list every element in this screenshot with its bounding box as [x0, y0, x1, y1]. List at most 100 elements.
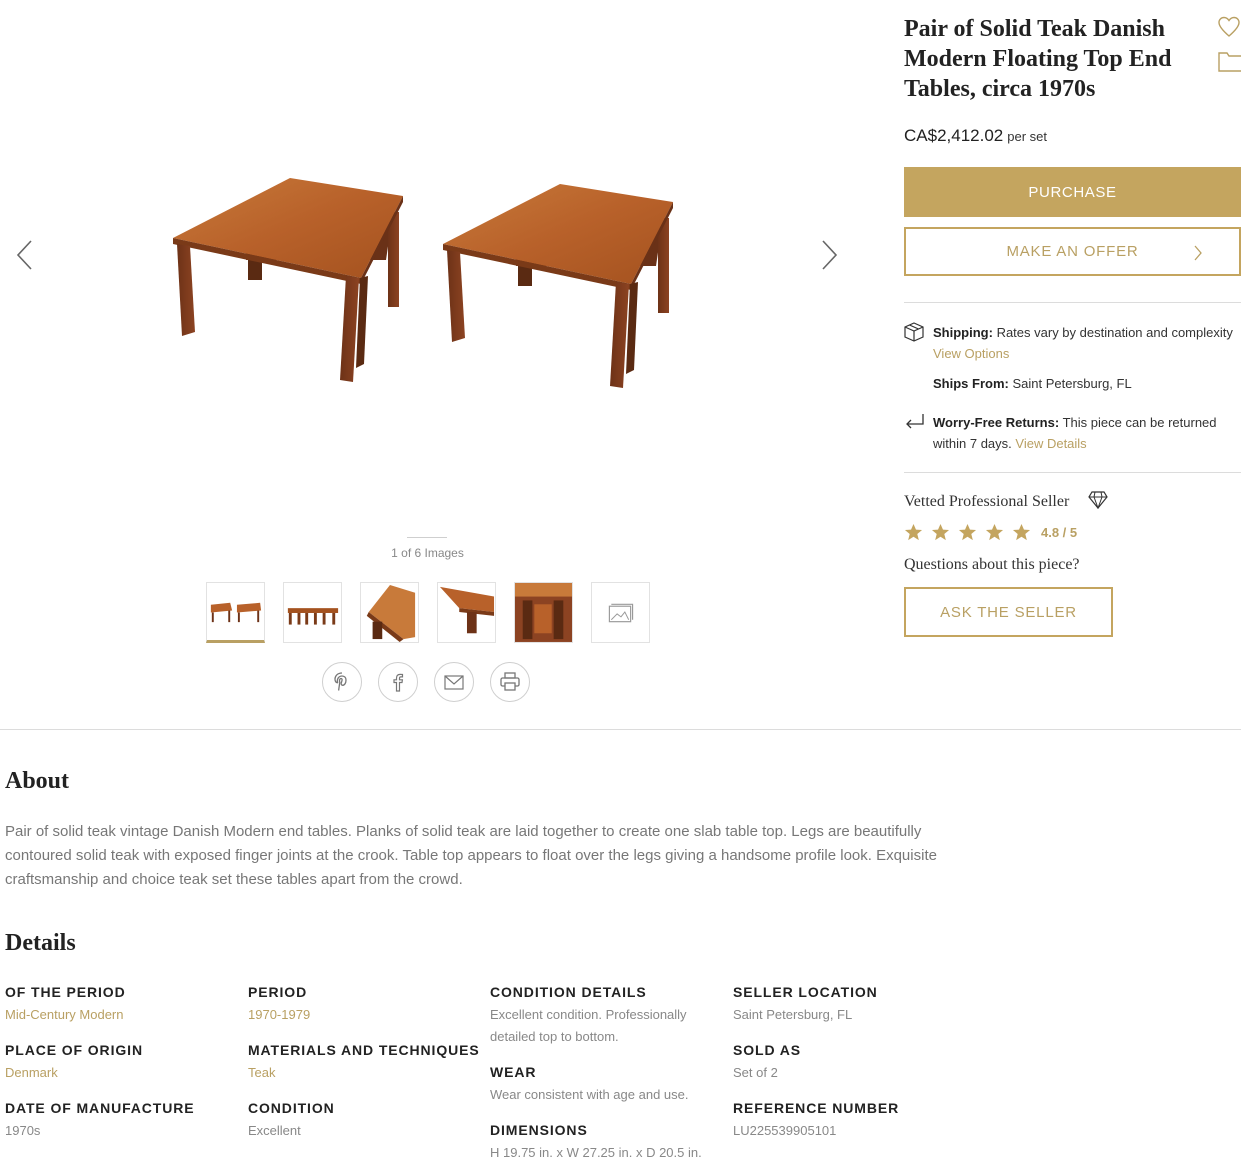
- rating-value: 4.8 / 5: [1041, 525, 1078, 540]
- detail-value: Wear consistent with age and use.: [490, 1087, 689, 1102]
- thumbnail-4[interactable]: [437, 582, 496, 643]
- details-heading: Details: [5, 930, 76, 956]
- detail-value-link[interactable]: Teak: [248, 1062, 484, 1084]
- email-icon: [444, 675, 464, 690]
- thumbnail-5[interactable]: [514, 582, 573, 643]
- returns-info: Worry-Free Returns: This piece can be re…: [933, 412, 1241, 454]
- detail-item: PLACE OF ORIGIN Denmark: [5, 1041, 241, 1084]
- about-heading: About: [5, 768, 70, 794]
- detail-value: Excellent: [248, 1123, 301, 1138]
- detail-item: WEAR Wear consistent with age and use.: [490, 1063, 710, 1106]
- shipping-label: Shipping:: [933, 325, 993, 340]
- view-options-link[interactable]: View Options: [933, 346, 1009, 361]
- star-icon: [958, 523, 977, 541]
- returns-label: Worry-Free Returns:: [933, 415, 1060, 430]
- detail-label: OF THE PERIOD: [5, 984, 126, 1000]
- details-column-2: PERIOD 1970-1979 MATERIALS AND TECHNIQUE…: [248, 983, 484, 1157]
- thumbnail-more[interactable]: [591, 582, 650, 643]
- detail-value: Excellent condition. Professionally deta…: [490, 1007, 687, 1044]
- detail-label: CONDITION DETAILS: [490, 984, 647, 1000]
- thumbnail-3[interactable]: [360, 582, 419, 643]
- thumbnail-1[interactable]: [206, 582, 265, 643]
- detail-value-link[interactable]: Mid-Century Modern: [5, 1004, 241, 1026]
- product-title: Pair of Solid Teak Danish Modern Floatin…: [904, 16, 1172, 102]
- view-details-link[interactable]: View Details: [1015, 436, 1086, 451]
- image-counter: 1 of 6 Images: [391, 546, 464, 560]
- seller-rating: 4.8 / 5: [904, 523, 1077, 542]
- detail-item: CONDITION Excellent: [248, 1099, 484, 1142]
- return-arrow-icon: [906, 414, 924, 429]
- detail-label: DIMENSIONS: [490, 1122, 588, 1138]
- detail-label: SOLD AS: [733, 1042, 802, 1058]
- pinterest-icon: [334, 672, 347, 691]
- detail-label: WEAR: [490, 1064, 537, 1080]
- divider: [904, 472, 1241, 473]
- detail-item: PERIOD 1970-1979: [248, 983, 484, 1026]
- detail-item: REFERENCE NUMBER LU225539905101: [733, 1099, 969, 1142]
- favorite-heart-icon[interactable]: [1217, 14, 1241, 40]
- about-description: Pair of solid teak vintage Danish Modern…: [5, 823, 937, 888]
- star-icon: [904, 523, 923, 541]
- returns-text-1: This piece can be returned: [1062, 415, 1217, 430]
- detail-value: 1970s: [5, 1123, 41, 1138]
- image-divider: [407, 537, 447, 538]
- detail-item: SOLD AS Set of 2: [733, 1041, 969, 1084]
- detail-label: REFERENCE NUMBER: [733, 1100, 900, 1116]
- shipping-text: Rates vary by destination and complexity: [996, 325, 1233, 340]
- price: CA$2,412.02: [904, 126, 1004, 145]
- chevron-right-icon: [1194, 245, 1202, 261]
- detail-value: LU225539905101: [733, 1123, 837, 1138]
- ask-the-seller-button[interactable]: ASK THE SELLER: [904, 587, 1113, 637]
- print-icon: [500, 672, 520, 691]
- more-images-icon: [608, 603, 634, 623]
- purchase-button[interactable]: PURCHASE: [904, 167, 1241, 217]
- thumbnail-2[interactable]: [283, 582, 342, 643]
- facebook-share-button[interactable]: [378, 662, 418, 702]
- next-image-arrow[interactable]: [819, 238, 839, 272]
- returns-text-2: within 7 days.: [933, 436, 1012, 451]
- star-icon: [985, 523, 1004, 541]
- main-product-image[interactable]: [160, 160, 700, 410]
- print-button[interactable]: [490, 662, 530, 702]
- detail-item: OF THE PERIOD Mid-Century Modern: [5, 983, 241, 1026]
- diamond-icon: [1088, 491, 1108, 509]
- shipping-box-icon: [904, 322, 924, 342]
- details-column-3: CONDITION DETAILS Excellent condition. P…: [490, 983, 710, 1159]
- vetted-seller-label: Vetted Professional Seller: [904, 493, 1070, 510]
- detail-label: PERIOD: [248, 984, 308, 1000]
- star-icon: [931, 523, 950, 541]
- detail-item: CONDITION DETAILS Excellent condition. P…: [490, 983, 710, 1048]
- make-an-offer-button[interactable]: MAKE AN OFFER: [904, 227, 1241, 276]
- ships-from-label: Ships From:: [933, 376, 1009, 391]
- ships-from-info: Ships From: Saint Petersburg, FL: [933, 373, 1132, 394]
- detail-item: MATERIALS AND TECHNIQUES Teak: [248, 1041, 484, 1084]
- detail-value-link[interactable]: 1970-1979: [248, 1004, 484, 1026]
- email-share-button[interactable]: [434, 662, 474, 702]
- detail-label: CONDITION: [248, 1100, 335, 1116]
- facebook-icon: [393, 673, 404, 692]
- detail-value: Saint Petersburg, FL: [733, 1007, 853, 1022]
- star-icon: [1012, 523, 1031, 541]
- details-column-4: SELLER LOCATION Saint Petersburg, FL SOL…: [733, 983, 969, 1157]
- pinterest-share-button[interactable]: [322, 662, 362, 702]
- shipping-info: Shipping: Rates vary by destination and …: [933, 322, 1241, 364]
- detail-value-link[interactable]: Denmark: [5, 1062, 241, 1084]
- detail-value: Set of 2: [733, 1065, 778, 1080]
- price-unit: per set: [1007, 129, 1047, 144]
- detail-label: SELLER LOCATION: [733, 984, 878, 1000]
- questions-label: Questions about this piece?: [904, 556, 1080, 573]
- save-to-folder-icon[interactable]: [1217, 50, 1241, 74]
- thumbnail-strip: [206, 582, 650, 643]
- detail-label: PLACE OF ORIGIN: [5, 1042, 143, 1058]
- ships-from-value: Saint Petersburg, FL: [1012, 376, 1132, 391]
- detail-item: DATE OF MANUFACTURE 1970s: [5, 1099, 241, 1142]
- section-divider: [0, 729, 1241, 730]
- detail-value: H 19.75 in. x W 27.25 in. x D 20.5 in.: [490, 1145, 702, 1159]
- detail-item: SELLER LOCATION Saint Petersburg, FL: [733, 983, 969, 1026]
- previous-image-arrow[interactable]: [15, 238, 35, 272]
- chevron-left-icon: [16, 240, 32, 270]
- detail-label: MATERIALS AND TECHNIQUES: [248, 1042, 480, 1058]
- detail-item: DIMENSIONS H 19.75 in. x W 27.25 in. x D…: [490, 1121, 710, 1159]
- share-buttons: [322, 662, 530, 702]
- detail-label: DATE OF MANUFACTURE: [5, 1100, 195, 1116]
